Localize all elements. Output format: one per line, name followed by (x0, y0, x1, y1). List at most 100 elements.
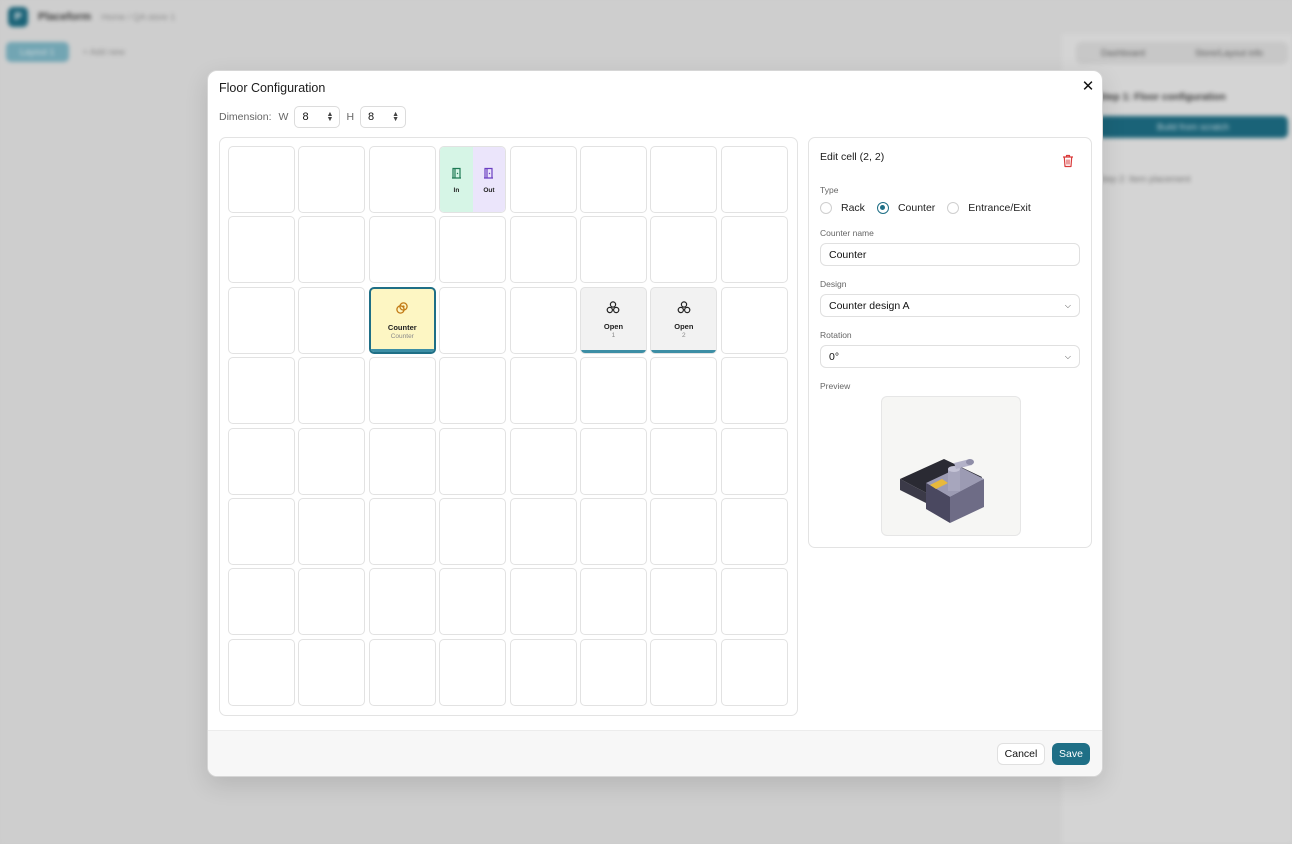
width-stepper[interactable]: 8 ▲ ▼ (294, 106, 341, 128)
stepper-arrows-icon[interactable]: ▲ ▼ (327, 111, 334, 123)
grid-cell-empty[interactable] (298, 568, 366, 636)
grid-cell-empty[interactable] (368, 497, 436, 565)
chevron-down-icon: ⌵ (1064, 300, 1071, 310)
grid-cell-empty[interactable] (720, 638, 788, 706)
grid-cell-empty[interactable] (509, 216, 577, 284)
grid-cell-empty[interactable] (720, 146, 788, 213)
trash-icon[interactable] (1062, 154, 1074, 168)
cancel-button[interactable]: Cancel (997, 743, 1045, 765)
grid-cell-empty[interactable] (579, 216, 647, 284)
grid-cell-empty[interactable] (368, 146, 436, 213)
grid-cell-empty[interactable] (720, 216, 788, 284)
grid-cell-empty[interactable] (228, 146, 295, 213)
grid-cell-empty[interactable] (439, 427, 507, 495)
grid-cell-empty[interactable] (650, 357, 718, 425)
grid-cell-empty[interactable] (439, 638, 507, 706)
height-value: 8 (368, 111, 375, 123)
grid-cell-empty[interactable] (298, 286, 366, 354)
grid-cell-empty[interactable] (368, 568, 436, 636)
grid-cell-empty[interactable] (368, 216, 436, 284)
grid-cell-empty[interactable] (439, 497, 507, 565)
grid-cell-empty[interactable] (368, 427, 436, 495)
dimension-label: Dimension: (219, 111, 272, 123)
grid-cell-empty[interactable] (439, 216, 507, 284)
grid-cell-empty[interactable] (368, 638, 436, 706)
grid-cell-empty[interactable] (439, 286, 507, 354)
grid-cell-empty[interactable] (298, 638, 366, 706)
counter-name-label: Counter name (820, 228, 874, 238)
grid-cell-rack[interactable]: Open 2 (650, 286, 718, 354)
design-select[interactable]: Counter design A ⌵ (820, 294, 1080, 317)
radio-entrance-exit[interactable] (947, 202, 960, 214)
type-option-counter[interactable]: Counter (876, 202, 935, 214)
grid-cell-empty[interactable] (298, 497, 366, 565)
grid-cell-empty[interactable] (509, 146, 577, 213)
grid-cell-empty[interactable] (228, 216, 295, 284)
grid-cell-empty[interactable] (720, 497, 788, 565)
stepper-arrows-icon[interactable]: ▲ ▼ (392, 111, 399, 123)
counter-icon (395, 301, 409, 320)
grid-cell-empty[interactable] (720, 568, 788, 636)
grid-cell-empty[interactable] (720, 427, 788, 495)
type-option-label: Rack (841, 202, 865, 214)
design-label: Design (820, 279, 847, 289)
grid-cell-empty[interactable] (298, 146, 366, 213)
grid-cell-empty[interactable] (509, 286, 577, 354)
close-icon[interactable]: ✕ (1080, 79, 1096, 95)
cell-name: Open (603, 322, 624, 332)
grid-cell-empty[interactable] (228, 568, 295, 636)
grid-cell-empty[interactable] (228, 286, 295, 354)
grid-cell-empty[interactable] (650, 638, 718, 706)
edit-cell-title: Edit cell (2, 2) (820, 151, 885, 163)
cell-subtitle: 2 (682, 332, 686, 340)
grid-cell-empty[interactable] (650, 146, 718, 213)
grid-cell-empty[interactable] (650, 497, 718, 565)
grid-cell-empty[interactable] (579, 427, 647, 495)
rotation-select[interactable]: 0° ⌵ (820, 345, 1080, 368)
grid-cell-empty[interactable] (650, 216, 718, 284)
grid-cell-empty[interactable] (579, 497, 647, 565)
entrance-out-label: Out (483, 186, 495, 194)
radio-rack[interactable] (820, 202, 832, 214)
grid-cell-empty[interactable] (650, 427, 718, 495)
cell-subtitle: Counter (390, 332, 414, 340)
grid-cell-empty[interactable] (650, 568, 718, 636)
entrance-in-label: In (453, 186, 460, 194)
chevron-down-icon: ⌵ (1064, 351, 1071, 361)
grid-cell-empty[interactable] (228, 427, 295, 495)
grid-cell-empty[interactable] (579, 638, 647, 706)
grid-cell-empty[interactable] (298, 357, 366, 425)
grid-cell-empty[interactable] (509, 357, 577, 425)
grid-cell-empty[interactable] (368, 357, 436, 425)
grid-cell-empty[interactable] (439, 357, 507, 425)
grid-cell-empty[interactable] (228, 497, 295, 565)
grid-cell-empty[interactable] (579, 146, 647, 213)
grid-cell-empty[interactable] (579, 568, 647, 636)
cell-subtitle: 1 (611, 332, 616, 340)
grid-cell-empty[interactable] (579, 357, 647, 425)
type-option-rack[interactable]: Rack (820, 202, 865, 214)
type-option-entrance-exit[interactable]: Entrance/Exit (947, 202, 1031, 214)
grid-cell-empty[interactable] (298, 427, 366, 495)
grid-cell-empty[interactable] (509, 497, 577, 565)
grid-cell-empty[interactable] (298, 216, 366, 284)
save-button[interactable]: Save (1052, 743, 1090, 765)
grid-cell-empty[interactable] (228, 357, 295, 425)
cell-name: Open (674, 322, 694, 332)
grid-cell-counter[interactable]: Counter Counter (368, 286, 436, 354)
grid-cell-empty[interactable] (509, 427, 577, 495)
grid-cell-empty[interactable] (228, 638, 295, 706)
dialog-title: Floor Configuration (219, 81, 326, 95)
grid-cell-entrance[interactable]: In Out (439, 146, 507, 213)
counter-3d-preview-image (900, 459, 984, 523)
grid-cell-empty[interactable] (509, 568, 577, 636)
height-stepper[interactable]: 8 ▲ ▼ (360, 106, 407, 128)
grid-cell-rack[interactable]: Open 1 (579, 286, 647, 354)
grid-cell-empty[interactable] (439, 568, 507, 636)
grid-cell-empty[interactable] (720, 357, 788, 425)
radio-counter[interactable] (876, 202, 889, 214)
grid-cell-empty[interactable] (720, 286, 788, 354)
grid-cell-empty[interactable] (509, 638, 577, 706)
type-label: Type (820, 185, 839, 195)
counter-name-input[interactable] (820, 243, 1080, 266)
